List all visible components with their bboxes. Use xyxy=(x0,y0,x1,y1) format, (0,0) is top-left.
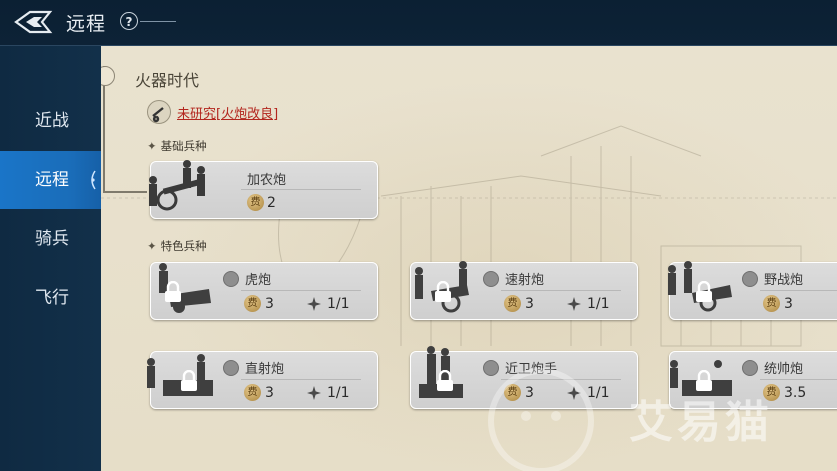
lock-icon xyxy=(165,281,181,302)
top-bar: 远程 ? xyxy=(0,0,837,46)
unit-limit: 1/1 xyxy=(327,296,350,312)
unit-cost: 3 xyxy=(525,296,534,312)
unit-limit: 1/1 xyxy=(327,385,350,401)
limit-star-icon xyxy=(307,297,321,311)
research-cannon-icon xyxy=(147,100,171,124)
unit-tree-panel: 火器时代 未研究[火炮改良] ✦ 基础兵种 加农炮 费 2 ✦ 特色兵种 虎炮 … xyxy=(101,46,837,471)
unit-name: 加农炮 xyxy=(247,173,287,188)
unit-cost: 2 xyxy=(267,195,276,211)
sidebar-item-melee[interactable]: 近战 xyxy=(0,92,101,150)
card-divider xyxy=(241,189,361,190)
unit-card-tiger-cannon[interactable]: 虎炮 费 3 1/1 xyxy=(150,262,378,320)
lock-icon xyxy=(437,370,453,391)
sidebar-item-flying[interactable]: 飞行 xyxy=(0,269,101,327)
card-divider xyxy=(760,290,837,291)
sword-icon xyxy=(223,271,239,287)
unit-cost: 3 xyxy=(265,296,274,312)
unit-name: 直射炮 xyxy=(245,362,285,377)
section-label-base: ✦ 基础兵种 xyxy=(147,139,207,153)
lock-icon xyxy=(181,370,197,391)
unit-cost: 3.5 xyxy=(784,385,807,401)
cost-icon: 费 xyxy=(504,295,521,312)
unit-card-direct-fire-cannon[interactable]: 直射炮 费 3 1/1 xyxy=(147,351,378,409)
sidebar-item-ranged[interactable]: 远程 xyxy=(0,151,101,209)
back-arrow-icon[interactable] xyxy=(12,8,54,36)
era-title: 火器时代 xyxy=(135,71,200,90)
limit-star-icon xyxy=(567,297,581,311)
page-title: 远程 xyxy=(66,13,107,35)
shield-icon xyxy=(223,360,239,376)
cannon-crew-icon xyxy=(149,160,205,211)
shield-icon xyxy=(483,271,499,287)
unit-limit: 1/1 xyxy=(587,296,610,312)
unit-cost: 3 xyxy=(265,385,274,401)
divider xyxy=(140,21,176,22)
unit-name: 虎炮 xyxy=(245,273,272,288)
unit-card-rapid-fire-cannon[interactable]: 速射炮 费 3 1/1 xyxy=(410,261,638,320)
help-button[interactable]: ? xyxy=(120,12,138,30)
unit-name: 速射炮 xyxy=(505,273,545,288)
unit-name: 野战炮 xyxy=(764,273,804,288)
sidebar-item-cavalry[interactable]: 骑兵 xyxy=(0,210,101,268)
watermark-text: 艾易猫 xyxy=(629,397,773,448)
cost-icon: 费 xyxy=(244,295,261,312)
sidebar-item-label: 远程 xyxy=(35,170,69,190)
shield-icon xyxy=(742,271,758,287)
cost-icon: 费 xyxy=(247,194,264,211)
lock-icon xyxy=(696,281,712,302)
sidebar-item-label: 近战 xyxy=(35,111,69,131)
sidebar-item-label: 骑兵 xyxy=(35,229,69,249)
selected-marker-icon xyxy=(91,170,96,190)
card-divider xyxy=(501,290,621,291)
section-label-special: ✦ 特色兵种 xyxy=(147,239,207,253)
card-divider xyxy=(241,290,361,291)
cost-icon: 费 xyxy=(763,295,780,312)
lock-icon xyxy=(435,281,451,302)
unit-cost: 3 xyxy=(784,296,793,312)
tiger-cannon-crew-icon xyxy=(159,263,211,313)
unit-card-field-cannon[interactable]: 野战炮 费 3 xyxy=(668,261,837,320)
card-divider xyxy=(241,379,361,380)
limit-star-icon xyxy=(307,386,321,400)
research-status-link[interactable]: 未研究[火炮改良] xyxy=(177,103,278,122)
cost-icon: 费 xyxy=(244,384,261,401)
unit-card-cannon[interactable]: 加农炮 费 2 xyxy=(149,160,378,219)
sidebar-item-label: 飞行 xyxy=(35,288,69,308)
category-sidebar: 近战 远程 骑兵 飞行 xyxy=(0,46,101,471)
